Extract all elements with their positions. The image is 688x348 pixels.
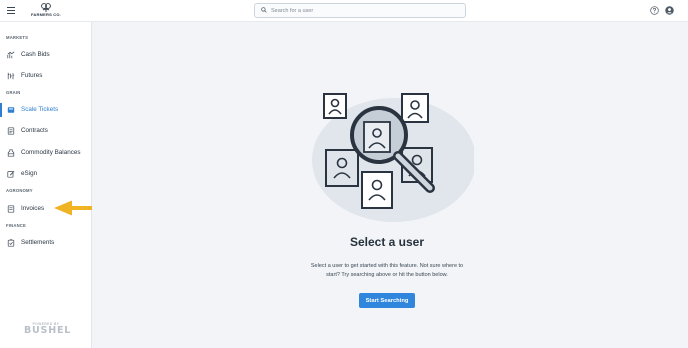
sidebar: MARKETS Cash Bids Futures GRAIN Scale Ti… [0,22,92,348]
settlements-icon [7,239,15,247]
sidebar-item-label: Contracts [21,127,48,134]
esign-icon [7,170,15,178]
contracts-icon [7,127,15,135]
invoices-icon [7,205,15,213]
search-box[interactable] [254,3,466,18]
section-label-grain: GRAIN [6,90,21,95]
brand-logo[interactable]: FARMERS CO. [30,3,62,20]
search-icon [261,7,267,13]
sidebar-item-label: Futures [21,72,43,79]
empty-state-title: Select a user [349,235,425,249]
sidebar-item-scale-tickets[interactable]: Scale Tickets [0,102,91,118]
start-searching-button[interactable]: Start Searching [359,293,415,308]
sidebar-item-settlements[interactable]: Settlements [0,235,91,251]
sidebar-item-commodity-balances[interactable]: Commodity Balances [0,145,91,161]
commodity-balances-icon [7,149,15,157]
sidebar-item-label: Cash Bids [21,51,50,58]
futures-icon [7,72,15,80]
farm-logo-icon [41,3,51,12]
search-users-illustration-icon [312,93,474,222]
sidebar-item-cash-bids[interactable]: Cash Bids [0,47,91,63]
sidebar-item-contracts[interactable]: Contracts [0,123,91,139]
account-icon[interactable] [665,6,674,15]
powered-brand: BUSHEL [24,325,72,336]
section-label-finance: FINANCE [6,223,27,228]
cash-bids-icon [7,51,15,59]
top-bar: FARMERS CO. [0,0,688,22]
help-icon[interactable] [650,6,659,15]
search-input[interactable] [271,5,461,16]
hamburger-icon[interactable] [7,7,15,15]
powered-by-logo: POWERED BY BUSHEL [24,322,72,336]
sidebar-item-label: Settlements [21,239,55,246]
empty-state-description: Select a user to get started with this f… [310,263,464,278]
brand-name: FARMERS CO. [31,12,61,17]
section-label-markets: MARKETS [6,35,29,40]
section-label-agronomy: AGRONOMY [6,188,33,193]
sidebar-item-label: Commodity Balances [21,149,81,156]
sidebar-item-futures[interactable]: Futures [0,68,91,84]
sidebar-item-label: eSign [21,170,38,177]
scale-tickets-icon [7,107,15,113]
sidebar-item-esign[interactable]: eSign [0,166,91,182]
sidebar-item-label: Invoices [21,205,45,212]
main-content: Select a user Select a user to get start… [92,22,688,348]
sidebar-item-label: Scale Tickets [21,106,59,113]
